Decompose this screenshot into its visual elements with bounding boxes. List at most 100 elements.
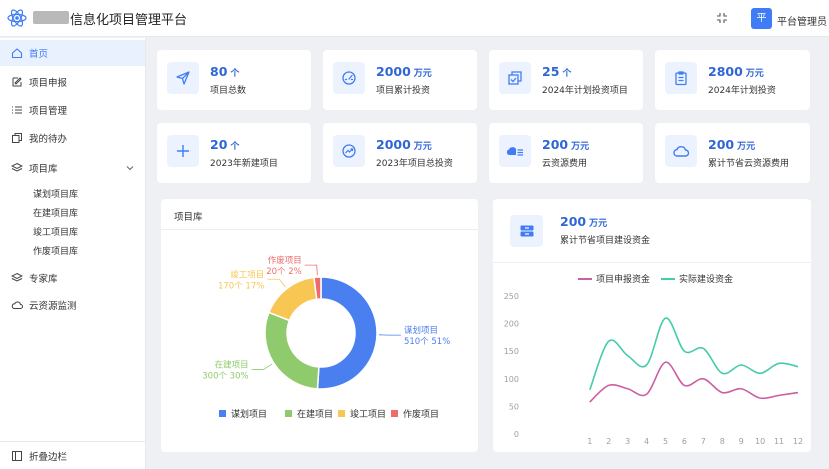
stat-value: 80 个 [210,64,240,79]
x-tick-label: 11 [774,437,784,446]
edit-icon [12,77,22,87]
y-tick-label: 50 [509,402,519,411]
copy-icon [12,133,22,143]
cloud-list-icon [506,147,523,156]
donut-slice[interactable] [316,276,378,390]
sidebar-subitem-voided[interactable]: 作废项目库 [33,244,78,257]
legend-label[interactable]: 竣工项目 [350,408,386,420]
legend-swatch [338,410,345,417]
stat-label: 2024年计划投资项目 [542,86,628,96]
legend-label[interactable]: 项目申报资金 [596,273,650,285]
donut-category-label: 竣工项目 [230,269,264,280]
sidebar-item-home[interactable]: 首页 [0,40,145,66]
sidebar-item-todo[interactable]: 我的待办 [0,125,145,151]
x-tick-label: 10 [755,437,765,446]
legend-swatch [285,410,292,417]
stat-label: 累计节省云资源费用 [708,159,790,169]
sidebar-item-label: 项目库 [29,164,58,175]
legend-label[interactable]: 谋划项目 [231,408,267,420]
copy-check-icon [508,71,522,85]
clipboard-icon [675,71,687,86]
sidebar-item-experts[interactable]: 专家库 [0,265,145,291]
sidebar-subitem-building[interactable]: 在建项目库 [33,206,78,219]
stat-value: 200 万元 [708,137,756,152]
sidebar-item-project-manage[interactable]: 项目管理 [0,97,145,123]
plus-icon [177,145,189,157]
series-line[interactable] [589,317,799,391]
cloud-icon [11,301,23,309]
y-tick-label: 0 [514,430,519,439]
sidebar: 首页 项目申报 项目管理 我的待办 项目库 谋划项目库 在建项目库 竣工项目库 … [0,38,146,469]
legend-label[interactable]: 实际建设资金 [679,273,733,285]
cloud-outline-icon [673,146,690,157]
layers-icon [11,162,23,172]
donut-slice[interactable] [267,276,318,322]
donut-leader-line [304,264,318,276]
layers-icon [11,272,23,282]
home-icon [11,48,23,59]
stat-card-2024-plan-projects[interactable]: 25 个 2024年计划投资项目 [489,50,643,110]
header: 信息化项目管理平台 平 平台管理员 [0,0,829,37]
donut-category-label: 在建项目 [215,359,249,370]
stat-label: 云资源费用 [542,159,588,169]
stat-card-cumulative-investment[interactable]: 2000 万元 项目累计投资 [323,50,477,110]
legend-label[interactable]: 在建项目 [297,408,333,420]
stat-card-cloud-cost[interactable]: 200 万元 云资源费用 [489,123,643,183]
collapse-icon [12,450,22,461]
stat-card-2023-total-investment[interactable]: 2000 万元 2023年项目总投资 [323,123,477,183]
avatar[interactable]: 平 [751,8,772,29]
x-tick-label: 1 [587,437,592,446]
sidebar-item-project-library[interactable]: 项目库 [0,155,145,181]
legend-swatch [219,410,226,417]
construction-fund-line-chart: 0501001502002501 2 3 4 5 6 7 8 9 10 11 12项目申报资金 实际建设… [504,273,803,446]
sidebar-item-label: 项目管理 [29,106,68,117]
atom-logo-icon [7,9,27,27]
stat-icon-box [167,135,199,167]
donut-slice[interactable] [264,311,320,390]
sidebar-item-label: 首页 [29,49,49,60]
x-tick-label: 9 [739,437,744,446]
stat-icon-box [665,62,697,94]
stat-label: 项目累计投资 [376,86,431,96]
donut-category-label: 谋划项目 [404,325,438,336]
x-tick-label: 8 [720,437,725,446]
stat-value: 20 个 [210,137,240,152]
stat-value: 25 个 [542,64,572,79]
user-name[interactable]: 平台管理员 [777,13,827,28]
stat-value: 2000 万元 [376,137,432,152]
stat-icon-box [167,62,199,94]
legend-label[interactable]: 作废项目 [403,408,439,420]
trend-icon [342,144,356,158]
gauge-icon [342,71,356,85]
y-tick-label: 150 [504,347,519,356]
donut-leader-line [267,278,286,288]
stat-card-total-projects[interactable]: 80 个 项目总数 [157,50,311,110]
sidebar-item-label: 专家库 [29,274,58,285]
stat-label: 2023年新建项目 [210,159,278,169]
donut-category-label: 作废项目 [268,255,302,266]
collapse-sidebar-label: 折叠边栏 [29,451,68,463]
sidebar-item-cloud-monitor[interactable]: 云资源监测 [0,292,145,318]
sidebar-item-label: 云资源监测 [29,301,77,312]
stat-card-cloud-savings[interactable]: 200 万元 累计节省云资源费用 [655,123,810,183]
fullscreen-icon[interactable] [716,12,728,24]
sidebar-item-label: 我的待办 [29,134,68,145]
stat-icon-box [499,135,531,167]
app-title: 信息化项目管理平台 [70,13,188,28]
x-tick-label: 7 [701,437,706,446]
stat-card-2023-new-projects[interactable]: 20 个 2023年新建项目 [157,123,311,183]
donut-value-label: 170个 17% [218,281,264,291]
sidebar-subitem-planning[interactable]: 谋划项目库 [33,187,78,200]
collapse-sidebar-button[interactable]: 折叠边栏 [0,441,145,469]
stat-label: 项目总数 [210,86,247,96]
stat-card-2024-plan-investment[interactable]: 2800 万元 2024年计划投资 [655,50,810,110]
series-line[interactable] [589,361,799,403]
sidebar-subitem-completed[interactable]: 竣工项目库 [33,225,78,238]
donut-value-label: 300个 30% [202,371,248,381]
stat-icon-box [499,62,531,94]
stat-label: 2023年项目总投资 [376,159,453,169]
stat-label: 2024年计划投资 [708,86,776,96]
donut-value-label: 510个 51% [404,337,450,347]
sidebar-item-project-apply[interactable]: 项目申报 [0,69,145,95]
construction-fund-panel: 200 万元 累计节省项目建设资金 0 50 100 150 200 250 1 2 3 4 5 6 7 8… [493,199,811,452]
